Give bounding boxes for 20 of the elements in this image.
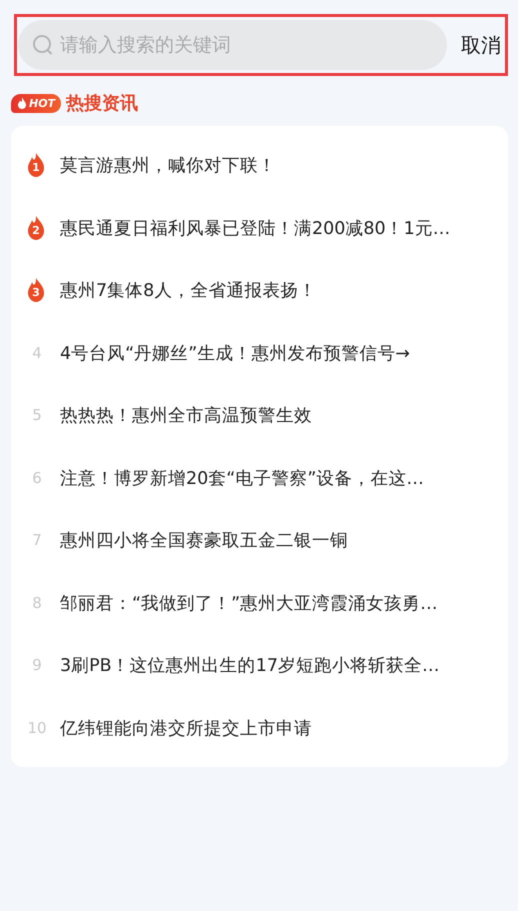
- news-title: 4号台风“丹娜丝”生成！惠州发布预警信号→: [60, 342, 410, 365]
- news-item[interactable]: 3 惠州7集体8人，全省通报表扬！: [11, 259, 508, 322]
- news-title: 惠州四小将全国赛豪取五金二银一铜: [60, 530, 348, 552]
- news-title: 莫言游惠州，喊你对下联！: [60, 155, 276, 178]
- news-title: 惠州7集体8人，全省通报表扬！: [60, 280, 316, 302]
- news-title: 注意！博罗新增20套“电子警察”设备，在这…: [60, 468, 424, 490]
- news-item[interactable]: 1 莫言游惠州，喊你对下联！: [11, 134, 508, 196]
- search-field[interactable]: 请输入搜索的关键词: [18, 20, 447, 70]
- news-title: 惠民通夏日福利风暴已登陆！满200减80！1元…: [60, 218, 450, 240]
- news-title: 热热热！惠州全市高温预警生效: [60, 405, 312, 428]
- flame-rank-icon: 3: [26, 278, 46, 302]
- news-item[interactable]: 2 惠民通夏日福利风暴已登陆！满200减80！1元…: [11, 196, 508, 259]
- section-title: 热搜资讯: [66, 92, 138, 115]
- cancel-button[interactable]: 取消: [461, 32, 501, 58]
- news-title: 3刷PB！这位惠州出生的17岁短跑小将斩获全…: [60, 655, 440, 678]
- news-title: 亿纬锂能向港交所提交上市申请: [60, 718, 312, 740]
- flame-rank-icon: 2: [26, 216, 46, 240]
- flame-rank-icon: 1: [26, 153, 46, 178]
- news-title: 邹丽君：“我做到了！”惠州大亚湾霞涌女孩勇…: [60, 592, 438, 615]
- hot-badge: HOT: [11, 94, 62, 112]
